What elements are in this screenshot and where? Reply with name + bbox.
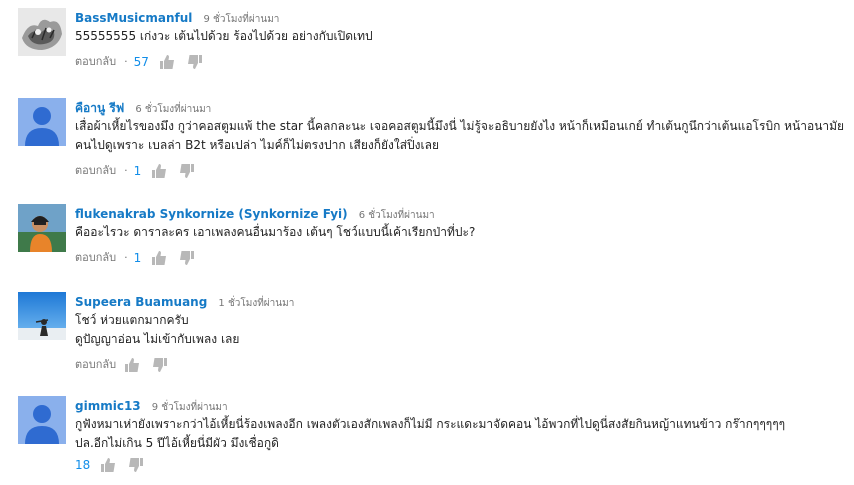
reply-button[interactable]: ตอบกลับ xyxy=(75,248,116,268)
comment-text: โชว์ ห่วยแตกมากครับ ดูปัญญาอ่อน ไม่เข้าก… xyxy=(75,311,848,349)
separator-dot: · xyxy=(124,164,128,177)
thumbs-down-icon[interactable] xyxy=(179,250,195,266)
comment-line: ดูปัญญาอ่อน ไม่เข้ากับเพลง เลย xyxy=(75,332,240,346)
thumbs-down-icon[interactable] xyxy=(187,54,203,70)
like-count: 18 xyxy=(75,458,91,472)
reply-button[interactable]: ตอบกลับ xyxy=(75,52,116,72)
thumbs-down-icon[interactable] xyxy=(128,457,144,473)
comment-actions: ตอบกลับ xyxy=(75,355,848,375)
comment-text: 55555555 เก่งวะ เต้นไปด้วย ร้องไปด้วย อย… xyxy=(75,27,848,46)
thumbs-up-icon[interactable] xyxy=(124,357,140,373)
avatar[interactable] xyxy=(18,98,66,146)
comment-line: ปล.อีกไม่เกิน 5 ปีไอ้เหี้ยนี่มีผัว มึงเช… xyxy=(75,436,279,450)
comment-timestamp[interactable]: 9 ชั่วโมงที่ผ่านมา xyxy=(204,14,280,25)
comment-text: กูฟังหมาเห่ายังเพราะกว่าไอ้เหี้ยนี่ร้องเ… xyxy=(75,415,848,453)
comment-actions: ตอบกลับ · 1 xyxy=(75,161,848,181)
author-name[interactable]: BassMusicmanful xyxy=(75,11,192,25)
avatar[interactable] xyxy=(18,292,66,340)
thumbs-down-icon[interactable] xyxy=(179,163,195,179)
separator-dot: · xyxy=(124,251,128,264)
avatar[interactable] xyxy=(18,396,66,444)
comment-line: กูฟังหมาเห่ายังเพราะกว่าไอ้เหี้ยนี่ร้องเ… xyxy=(75,417,786,431)
like-count: 57 xyxy=(133,55,149,69)
comment-line: เสื่อผ้าเหี้ยไรของมึง กูว่าคอสตูมแพ้ the… xyxy=(75,119,845,133)
comment-line: คืออะไรวะ ดาราละคร เอาเพลงคนอื่นมาร้อง เ… xyxy=(75,225,476,239)
comment-line: โชว์ ห่วยแตกมากครับ xyxy=(75,313,189,327)
comment-timestamp[interactable]: 9 ชั่วโมงที่ผ่านมา xyxy=(152,402,228,413)
comment-actions: 18 xyxy=(75,455,848,475)
author-name[interactable]: Supeera Buamuang xyxy=(75,295,207,309)
comment-timestamp[interactable]: 1 ชั่วโมงที่ผ่านมา xyxy=(218,298,294,309)
thumbs-down-icon[interactable] xyxy=(152,357,168,373)
reply-button[interactable]: ตอบกลับ xyxy=(75,355,116,375)
author-name[interactable]: flukenakrab Synkornize (Synkornize Fyi) xyxy=(75,207,348,221)
comment-line: คนไปดูเพราะ เบลล่า B2t หรือเปล่า ไมค์ก็ไ… xyxy=(75,138,440,152)
reply-button[interactable]: ตอบกลับ xyxy=(75,161,116,181)
comment-timestamp[interactable]: 6 ชั่วโมงที่ผ่านมา xyxy=(359,210,435,221)
author-name[interactable]: คือานู รีฟ xyxy=(75,101,124,115)
comment-text: เสื่อผ้าเหี้ยไรของมึง กูว่าคอสตูมแพ้ the… xyxy=(75,117,848,155)
avatar[interactable] xyxy=(18,204,66,252)
comment-text: คืออะไรวะ ดาราละคร เอาเพลงคนอื่นมาร้อง เ… xyxy=(75,223,848,242)
comment-timestamp[interactable]: 6 ชั่วโมงที่ผ่านมา xyxy=(135,104,211,115)
thumbs-up-icon[interactable] xyxy=(100,457,116,473)
like-count: 1 xyxy=(133,164,142,178)
like-count: 1 xyxy=(133,251,142,265)
thumbs-up-icon[interactable] xyxy=(159,54,175,70)
thumbs-up-icon[interactable] xyxy=(151,163,167,179)
separator-dot: · xyxy=(124,55,128,68)
avatar[interactable] xyxy=(18,8,66,56)
thumbs-up-icon[interactable] xyxy=(151,250,167,266)
comment-line: 55555555 เก่งวะ เต้นไปด้วย ร้องไปด้วย อย… xyxy=(75,29,373,43)
author-name[interactable]: gimmic13 xyxy=(75,399,141,413)
comment-actions: ตอบกลับ · 57 xyxy=(75,52,848,72)
comment-actions: ตอบกลับ · 1 xyxy=(75,248,848,268)
